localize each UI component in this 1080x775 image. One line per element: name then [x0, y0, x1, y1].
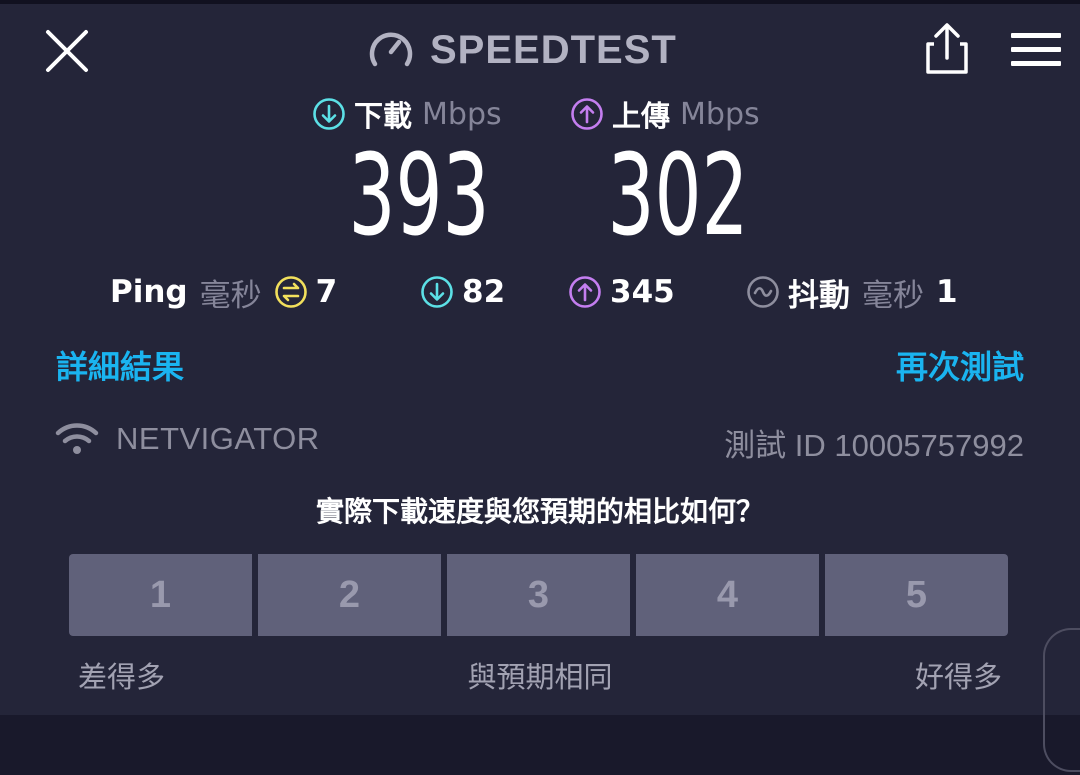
scale-high-label: 好得多	[914, 660, 1002, 694]
test-again-link[interactable]: 再次測試	[896, 342, 1024, 388]
survey-question: 實際下載速度與您預期的相比如何？	[315, 495, 764, 528]
rating-button-2[interactable]: 2	[258, 554, 441, 636]
close-icon	[46, 30, 88, 72]
ping-download-stat: 82	[420, 268, 505, 316]
hamburger-menu-icon	[1011, 33, 1061, 66]
isp-info: NETVIGATOR	[54, 414, 320, 464]
jitter-value: 1	[936, 274, 958, 310]
ping-upload-stat: 345	[568, 268, 675, 316]
download-label: 下載 Mbps	[312, 92, 502, 136]
ping-download-value: 82	[462, 274, 506, 310]
share-icon	[926, 23, 968, 74]
upload-label-text: 上傳	[612, 99, 671, 133]
close-button[interactable]	[40, 24, 94, 78]
test-id: 測試 ID 10005757992	[724, 428, 1024, 463]
ping-unit: 毫秒	[199, 277, 262, 314]
upload-ping-icon	[569, 276, 601, 308]
jitter-icon	[747, 276, 779, 308]
rating-scale: 1 2 3 4 5	[69, 554, 1008, 636]
edge-panel-handle[interactable]	[1043, 628, 1080, 772]
ping-stat: Ping 毫秒 7	[110, 268, 337, 316]
ping-idle-value: 7	[315, 274, 338, 310]
download-unit: Mbps	[422, 96, 502, 132]
app-header: SPEEDTEST	[368, 20, 677, 80]
isp-name: NETVIGATOR	[116, 421, 320, 456]
rating-button-3[interactable]: 3	[447, 554, 630, 636]
upload-label: 上傳 Mbps	[570, 92, 760, 136]
jitter-stat: 抖動 毫秒 1	[746, 268, 958, 316]
share-button[interactable]	[918, 22, 976, 76]
rating-button-5[interactable]: 5	[825, 554, 1008, 636]
download-speed-value: 393	[348, 131, 490, 261]
download-arrow-icon	[313, 98, 345, 130]
wifi-icon	[55, 423, 99, 454]
rating-button-1[interactable]: 1	[69, 554, 252, 636]
detailed-results-link[interactable]: 詳細結果	[56, 342, 184, 388]
download-ping-icon	[421, 276, 453, 308]
rating-button-4[interactable]: 4	[636, 554, 819, 636]
bottom-bar	[0, 715, 1080, 775]
status-line	[0, 0, 1080, 4]
ping-label: Ping	[110, 274, 188, 310]
upload-unit: Mbps	[680, 96, 760, 132]
ping-upload-value: 345	[610, 274, 675, 310]
app-title: SPEEDTEST	[430, 27, 677, 72]
menu-button[interactable]	[1008, 30, 1066, 70]
ping-idle-icon	[274, 276, 307, 308]
jitter-label: 抖動	[788, 277, 850, 314]
upload-arrow-icon	[571, 98, 603, 130]
upload-speed-value: 302	[607, 131, 749, 261]
download-label-text: 下載	[354, 99, 413, 133]
speedometer-icon	[369, 32, 413, 67]
jitter-unit: 毫秒	[862, 277, 924, 314]
